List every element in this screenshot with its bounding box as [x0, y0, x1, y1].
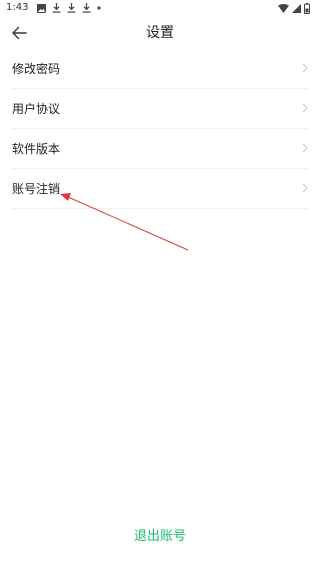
download-icon [82, 3, 91, 13]
settings-screen: 1:43 设置 修改密码 用户协议 软件版本 账号注销 退出账号 [0, 0, 320, 568]
settings-item-label: 修改密码 [12, 61, 61, 76]
settings-item-change-password[interactable]: 修改密码 [12, 49, 308, 89]
settings-list: 修改密码 用户协议 软件版本 账号注销 [0, 49, 320, 209]
battery-icon [304, 2, 310, 14]
status-time: 1:43 [6, 2, 29, 13]
settings-item-user-agreement[interactable]: 用户协议 [12, 89, 308, 129]
notification-icons [37, 2, 101, 14]
chevron-right-icon [302, 103, 308, 113]
signal-icon [292, 3, 301, 13]
settings-item-software-version[interactable]: 软件版本 [12, 129, 308, 169]
settings-item-label: 软件版本 [12, 141, 61, 156]
download-icon [67, 3, 76, 13]
app-header: 设置 [0, 18, 320, 48]
dot-icon [97, 6, 101, 10]
chevron-right-icon [302, 143, 308, 153]
chevron-right-icon [302, 183, 308, 193]
status-bar: 1:43 [0, 0, 320, 16]
wifi-icon [278, 3, 289, 13]
download-icon [52, 3, 61, 13]
image-icon [37, 3, 46, 13]
system-icons [278, 2, 310, 14]
page-title: 设置 [146, 25, 174, 41]
logout-button[interactable]: 退出账号 [110, 526, 210, 548]
settings-item-delete-account[interactable]: 账号注销 [12, 169, 308, 209]
settings-item-label: 账号注销 [12, 181, 61, 196]
chevron-right-icon [302, 63, 308, 73]
settings-item-label: 用户协议 [12, 101, 61, 116]
